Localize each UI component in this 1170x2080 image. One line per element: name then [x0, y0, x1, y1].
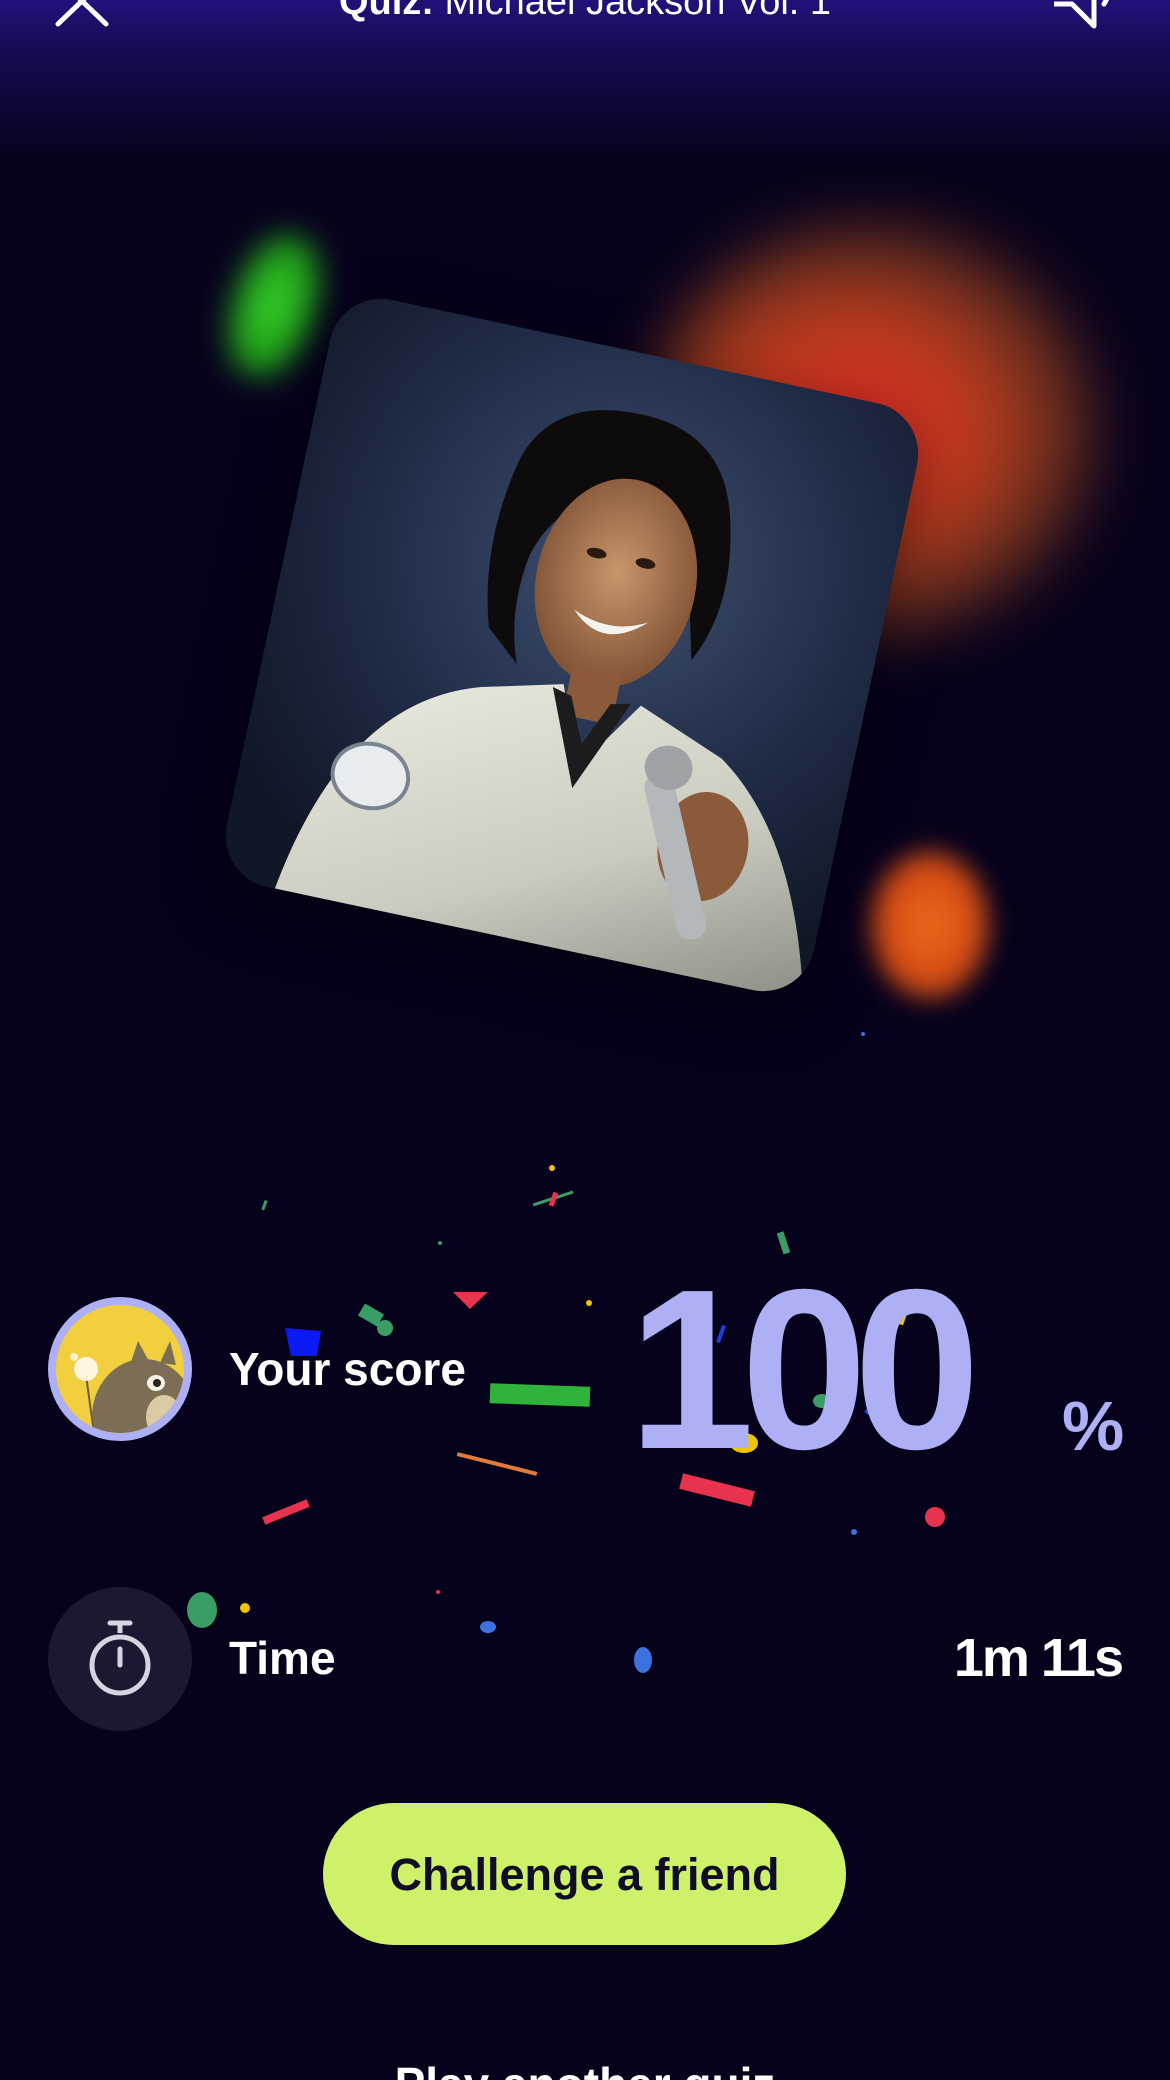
score-label: Your score [229, 1343, 466, 1395]
stopwatch-icon [89, 1620, 151, 1696]
confetti [0, 0, 1170, 2080]
confetti-layer [187, 1032, 945, 1673]
quiz-results-screen: Quiz: Michael Jackson Vol. 1 Your score … [0, 0, 1170, 2080]
score-value: 100 [628, 1243, 980, 1497]
time-value: 1m 11s [953, 1628, 1124, 1688]
avatar-image [56, 1305, 184, 1433]
score-percent: % [1062, 1387, 1125, 1465]
avatar [48, 1297, 192, 1441]
timer-badge [48, 1587, 192, 1731]
play-another-quiz-link[interactable]: Play another quiz [0, 2058, 1170, 2080]
time-label: Time [229, 1632, 336, 1684]
challenge-friend-button[interactable]: Challenge a friend [323, 1803, 846, 1945]
user-avatar-cat [56, 1305, 184, 1433]
